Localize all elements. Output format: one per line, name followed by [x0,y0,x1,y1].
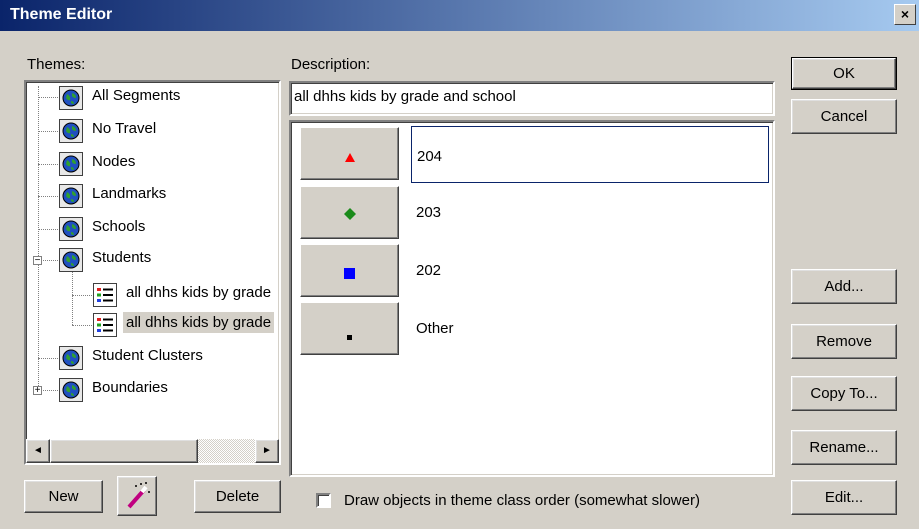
globe-icon [59,86,83,110]
copy-to-button-label: Copy To... [810,385,878,402]
tree-item-label: all dhhs kids by grade [126,284,272,301]
tree-connector-line [72,325,92,326]
scroll-thumb[interactable] [50,439,198,463]
draw-order-label[interactable]: Draw objects in theme class order (somew… [344,492,700,509]
theme-list-icon [93,283,117,307]
tree-item-all-segments[interactable]: All Segments [59,84,279,114]
globe-icon [59,248,83,272]
tree-connector-line [43,390,58,391]
scroll-left-arrow-icon: ◄ [33,445,43,456]
scroll-right-arrow-icon: ► [262,445,272,456]
tree-item-schools[interactable]: Schools [59,215,279,245]
red-triangle-icon [345,149,355,166]
window-title: Theme Editor [10,6,113,23]
new-button[interactable]: New [24,480,103,513]
wizard-button[interactable] [117,476,157,516]
magic-wand-icon [122,481,152,515]
theme-list-icon [93,313,117,337]
tree-connector-line [38,358,58,359]
class-label-204: 204 [417,148,443,165]
green-diamond-icon [344,207,356,224]
class-symbol-button-203[interactable] [300,186,399,239]
class-symbol-button-other[interactable] [300,302,399,355]
globe-icon [59,152,83,176]
edit-button[interactable]: Edit... [791,480,897,515]
title-bar[interactable]: Theme Editor × [0,0,919,31]
globe-icon [59,378,83,402]
rename-button-label: Rename... [809,439,879,456]
class-label-203[interactable]: 203 [416,204,441,221]
tree-connector-line [38,131,58,132]
globe-icon [59,346,83,370]
new-button-label: New [48,488,79,505]
cancel-button-label: Cancel [820,108,868,125]
tree-item-label: Schools [92,218,146,235]
tree-item-label: Student Clusters [92,347,203,364]
tree-item-boundaries[interactable]: Boundaries [59,376,279,406]
rename-button[interactable]: Rename... [791,430,897,465]
description-field[interactable]: all dhhs kids by grade and school [289,81,775,116]
ok-button[interactable]: OK [791,57,897,90]
class-label-other[interactable]: Other [416,320,454,337]
tree-item-label: Boundaries [92,379,168,396]
edit-button-label: Edit... [824,489,864,506]
tree-item-landmarks[interactable]: Landmarks [59,182,279,212]
draw-order-checkbox[interactable] [316,493,331,508]
tree-item-theme-grade-1[interactable]: all dhhs kids by grade [93,281,279,311]
expand-toggle[interactable]: + [33,386,42,396]
tree-item-label: all dhhs kids by grade [123,312,275,333]
globe-icon [59,217,83,241]
themes-tree[interactable]: All Segments No Travel Nodes Landmarks S… [24,80,281,465]
horizontal-scrollbar[interactable]: ◄ ► [26,439,279,463]
description-value: all dhhs kids by grade and school [294,88,516,105]
class-row-selected[interactable]: 204 [411,126,769,183]
remove-button-label: Remove [816,333,872,350]
tree-connector-line [38,196,58,197]
tree-item-label: Students [92,249,152,266]
tree-item-label: Nodes [92,153,136,170]
tree-item-nodes[interactable]: Nodes [59,150,279,180]
tree-item-no-travel[interactable]: No Travel [59,117,279,147]
globe-icon [59,119,83,143]
themes-label: Themes: [27,56,86,73]
black-square-icon [347,327,352,344]
add-button[interactable]: Add... [791,269,897,304]
theme-editor-window: Theme Editor × Themes: All Segments No T… [0,0,919,529]
class-label-202[interactable]: 202 [416,262,441,279]
description-label: Description: [291,56,371,73]
tree-connector-line [38,164,58,165]
tree-connector-line [72,295,92,296]
tree-connector-line [38,229,58,230]
tree-item-label: No Travel [92,120,157,137]
remove-button[interactable]: Remove [791,324,897,359]
class-symbol-button-202[interactable] [300,244,399,297]
add-button-label: Add... [824,278,864,295]
tree-item-students[interactable]: Students [59,246,279,276]
tree-connector-line [38,97,58,98]
scroll-right-button[interactable]: ► [255,439,279,463]
cancel-button[interactable]: Cancel [791,99,897,134]
tree-item-label: All Segments [92,87,181,104]
tree-connector-line [43,260,58,261]
delete-button-label: Delete [215,488,260,505]
tree-item-theme-grade-2[interactable]: all dhhs kids by grade [93,311,279,341]
delete-button[interactable]: Delete [194,480,281,513]
scroll-left-button[interactable]: ◄ [26,439,50,463]
ok-button-label: OK [833,65,855,82]
tree-item-student-clusters[interactable]: Student Clusters [59,344,279,374]
collapse-toggle[interactable]: − [33,256,42,266]
tree-item-label: Landmarks [92,185,167,202]
globe-icon [59,184,83,208]
close-button[interactable]: × [894,4,916,25]
copy-to-button[interactable]: Copy To... [791,376,897,411]
blue-square-icon [344,266,355,283]
class-symbol-button-204[interactable] [300,127,399,180]
